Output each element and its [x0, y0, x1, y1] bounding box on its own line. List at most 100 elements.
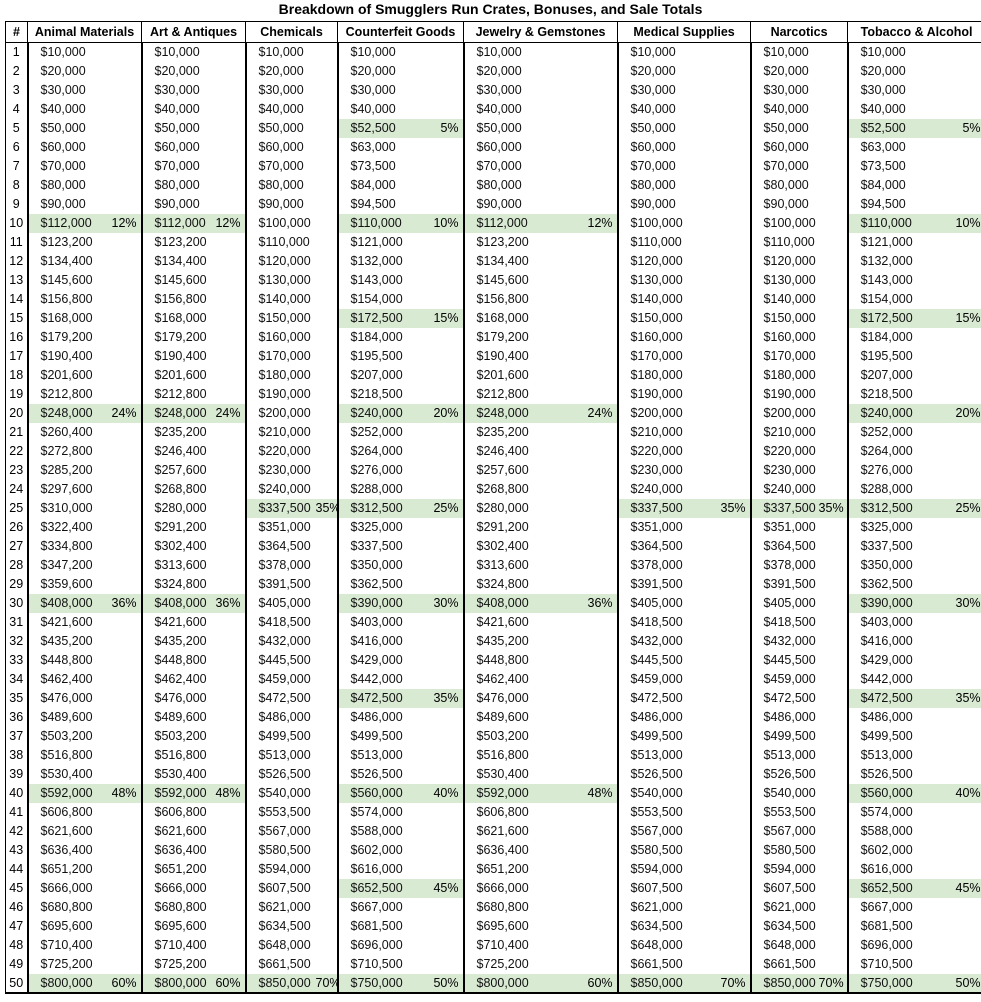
sale-value-cell[interactable]: $190,400 [140, 346, 214, 366]
sale-value-cell[interactable]: $695,600 [140, 916, 214, 936]
sale-value-cell[interactable]: $156,800 [26, 289, 112, 309]
bonus-percent-cell[interactable] [315, 42, 339, 62]
bonus-percent-cell[interactable] [703, 954, 752, 974]
sale-value-cell[interactable]: $634,500 [616, 916, 704, 936]
sale-value-cell[interactable]: $513,000 [616, 745, 704, 765]
bonus-percent-cell[interactable] [213, 346, 247, 366]
bonus-percent-cell[interactable] [315, 346, 339, 366]
bonus-percent-cell[interactable] [111, 935, 143, 955]
sale-value-cell[interactable]: $240,000 [749, 479, 819, 499]
sale-value-cell[interactable]: $70,000 [616, 156, 704, 176]
sale-value-cell[interactable]: $90,000 [140, 194, 214, 214]
sale-value-cell[interactable]: $140,000 [244, 289, 316, 309]
sale-value-cell[interactable]: $272,800 [26, 441, 112, 461]
bonus-percent-cell[interactable]: 5% [937, 118, 981, 138]
sale-value-cell[interactable]: $680,800 [140, 897, 214, 917]
sale-value-cell[interactable]: $112,000 [26, 213, 112, 233]
row-number-cell[interactable]: 37 [5, 726, 28, 746]
bonus-percent-cell[interactable] [557, 346, 619, 366]
bonus-percent-cell[interactable] [818, 536, 849, 556]
sale-value-cell[interactable]: $80,000 [462, 175, 558, 195]
bonus-percent-cell[interactable] [937, 460, 981, 480]
sale-value-cell[interactable]: $132,000 [336, 251, 414, 271]
bonus-percent-cell[interactable]: 35% [937, 688, 981, 708]
sale-value-cell[interactable]: $405,000 [244, 593, 316, 613]
bonus-percent-cell[interactable] [213, 498, 247, 518]
sale-value-cell[interactable]: $526,500 [244, 764, 316, 784]
sale-value-cell[interactable]: $120,000 [749, 251, 819, 271]
sale-value-cell[interactable]: $70,000 [26, 156, 112, 176]
sale-value-cell[interactable]: $70,000 [244, 156, 316, 176]
sale-value-cell[interactable]: $606,800 [26, 802, 112, 822]
sale-value-cell[interactable]: $362,500 [846, 574, 938, 594]
sale-value-cell[interactable]: $472,500 [616, 688, 704, 708]
sale-value-cell[interactable]: $160,000 [616, 327, 704, 347]
bonus-percent-cell[interactable] [557, 840, 619, 860]
bonus-percent-cell[interactable] [413, 859, 465, 879]
sale-value-cell[interactable]: $50,000 [749, 118, 819, 138]
bonus-percent-cell[interactable]: 24% [111, 403, 143, 423]
bonus-percent-cell[interactable] [315, 61, 339, 81]
bonus-percent-cell[interactable] [703, 536, 752, 556]
sale-value-cell[interactable]: $636,400 [462, 840, 558, 860]
sale-value-cell[interactable]: $666,000 [26, 878, 112, 898]
sale-value-cell[interactable]: $476,000 [462, 688, 558, 708]
bonus-percent-cell[interactable] [818, 840, 849, 860]
sale-value-cell[interactable]: $800,000 [462, 973, 558, 994]
bonus-percent-cell[interactable] [937, 745, 981, 765]
sale-value-cell[interactable]: $94,500 [336, 194, 414, 214]
bonus-percent-cell[interactable]: 70% [818, 973, 849, 994]
bonus-percent-cell[interactable] [703, 99, 752, 119]
bonus-percent-cell[interactable] [315, 745, 339, 765]
sale-value-cell[interactable]: $288,000 [846, 479, 938, 499]
bonus-percent-cell[interactable] [213, 365, 247, 385]
sale-value-cell[interactable]: $486,000 [846, 707, 938, 727]
bonus-percent-cell[interactable] [213, 479, 247, 499]
sale-value-cell[interactable]: $634,500 [244, 916, 316, 936]
row-number-cell[interactable]: 16 [5, 327, 28, 347]
bonus-percent-cell[interactable] [818, 42, 849, 62]
bonus-percent-cell[interactable] [111, 726, 143, 746]
sale-value-cell[interactable]: $391,500 [749, 574, 819, 594]
sale-value-cell[interactable]: $220,000 [616, 441, 704, 461]
bonus-percent-cell[interactable] [213, 460, 247, 480]
sale-value-cell[interactable]: $210,000 [244, 422, 316, 442]
sale-value-cell[interactable]: $445,500 [244, 650, 316, 670]
sale-value-cell[interactable]: $364,500 [616, 536, 704, 556]
sale-value-cell[interactable]: $50,000 [244, 118, 316, 138]
bonus-percent-cell[interactable] [818, 156, 849, 176]
bonus-percent-cell[interactable] [111, 327, 143, 347]
bonus-percent-cell[interactable] [315, 707, 339, 727]
bonus-percent-cell[interactable] [818, 289, 849, 309]
sale-value-cell[interactable]: $516,800 [462, 745, 558, 765]
sale-value-cell[interactable]: $378,000 [749, 555, 819, 575]
bonus-percent-cell[interactable] [937, 840, 981, 860]
bonus-percent-cell[interactable] [557, 441, 619, 461]
bonus-percent-cell[interactable] [111, 669, 143, 689]
sale-value-cell[interactable]: $503,200 [462, 726, 558, 746]
bonus-percent-cell[interactable] [557, 916, 619, 936]
row-number-cell[interactable]: 27 [5, 536, 28, 556]
bonus-percent-cell[interactable]: 60% [213, 973, 247, 994]
sale-value-cell[interactable]: $607,500 [244, 878, 316, 898]
bonus-percent-cell[interactable]: 35% [703, 498, 752, 518]
bonus-percent-cell[interactable] [818, 175, 849, 195]
bonus-percent-cell[interactable] [703, 460, 752, 480]
sale-value-cell[interactable]: $421,600 [462, 612, 558, 632]
sale-value-cell[interactable]: $190,000 [749, 384, 819, 404]
sale-value-cell[interactable]: $73,500 [846, 156, 938, 176]
sale-value-cell[interactable]: $60,000 [749, 137, 819, 157]
bonus-percent-cell[interactable] [111, 631, 143, 651]
sale-value-cell[interactable]: $120,000 [244, 251, 316, 271]
row-number-cell[interactable]: 1 [5, 42, 28, 62]
bonus-percent-cell[interactable] [818, 707, 849, 727]
sale-value-cell[interactable]: $276,000 [846, 460, 938, 480]
bonus-percent-cell[interactable] [937, 99, 981, 119]
sale-value-cell[interactable]: $602,000 [846, 840, 938, 860]
bonus-percent-cell[interactable] [937, 707, 981, 727]
bonus-percent-cell[interactable] [818, 764, 849, 784]
sale-value-cell[interactable]: $580,500 [244, 840, 316, 860]
bonus-percent-cell[interactable] [937, 80, 981, 100]
row-number-cell[interactable]: 13 [5, 270, 28, 290]
row-number-cell[interactable]: 3 [5, 80, 28, 100]
